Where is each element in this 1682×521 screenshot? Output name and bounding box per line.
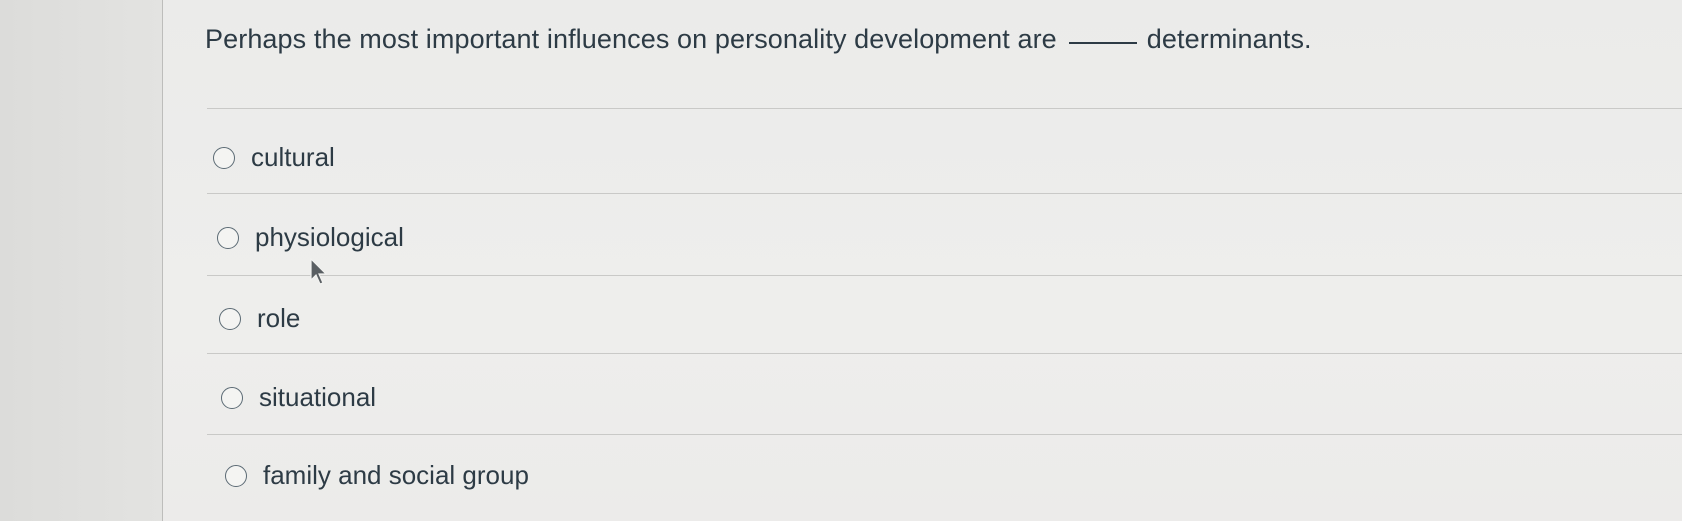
answer-option-role[interactable]: role: [219, 303, 300, 334]
divider-answer: [207, 275, 1682, 276]
question-text: Perhaps the most important influences on…: [205, 24, 1312, 55]
mouse-pointer-icon: [310, 258, 328, 285]
radio-button-icon[interactable]: [221, 386, 243, 409]
question-text-after: determinants.: [1146, 24, 1312, 54]
answer-label: role: [257, 303, 301, 333]
answer-option-situational[interactable]: situational: [221, 382, 376, 413]
quiz-question-card: Perhaps the most important influences on…: [162, 0, 1682, 521]
divider-answer: [207, 434, 1682, 435]
answer-label: situational: [259, 382, 377, 412]
radio-button-icon[interactable]: [217, 226, 239, 249]
answer-option-cultural[interactable]: cultural: [213, 142, 335, 173]
answer-option-family-and-social-group[interactable]: family and social group: [225, 460, 529, 491]
radio-button-icon[interactable]: [213, 146, 235, 169]
divider-question: [207, 108, 1682, 109]
fill-in-blank: [1068, 42, 1137, 44]
left-gutter: [0, 0, 162, 521]
answer-label: cultural: [251, 142, 335, 172]
radio-button-icon[interactable]: [219, 307, 241, 330]
answer-label: family and social group: [263, 460, 529, 490]
divider-answer: [207, 353, 1682, 354]
question-text-before: Perhaps the most important influences on…: [205, 24, 1057, 54]
radio-button-icon[interactable]: [225, 464, 247, 487]
answer-label: physiological: [255, 222, 404, 252]
divider-answer: [207, 193, 1682, 194]
answer-option-physiological[interactable]: physiological: [217, 222, 404, 253]
